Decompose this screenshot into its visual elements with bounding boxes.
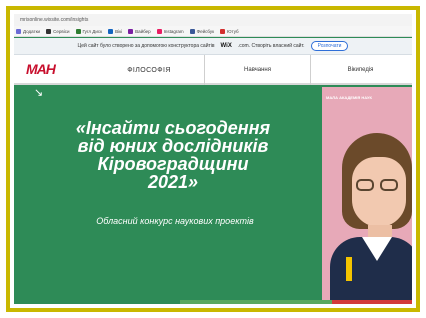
wix-brand: WiX bbox=[220, 43, 232, 49]
bookmark-item[interactable]: Фейсбук bbox=[189, 28, 214, 34]
hero-photo: МАЛА АКАДЕМІЯ НАУК bbox=[322, 87, 412, 304]
portrait-face bbox=[352, 157, 406, 227]
instagram-icon bbox=[156, 28, 162, 34]
bookmark-item[interactable]: Instagram bbox=[156, 28, 184, 34]
nav-item-wiki[interactable]: Вікипедія bbox=[310, 55, 410, 85]
nav-item-philosophy[interactable]: ФІЛОСОФІЯ bbox=[94, 55, 204, 85]
bottom-banner-strip bbox=[180, 300, 412, 304]
arrow-down-right-icon: ↘ bbox=[34, 87, 44, 99]
medal-ribbon bbox=[346, 257, 352, 281]
bottom-banner-red bbox=[332, 300, 412, 304]
facebook-icon bbox=[189, 28, 195, 34]
bookmark-item[interactable]: Додатки bbox=[16, 28, 40, 34]
url-text: mrisonline.wixsite.com/insights bbox=[20, 17, 89, 23]
bookmark-item[interactable]: Вайбер bbox=[128, 28, 151, 34]
drive-icon bbox=[75, 28, 81, 34]
nav-item-study[interactable]: Навчання bbox=[204, 55, 310, 85]
wix-banner: Цей сайт було створено за допомогою конс… bbox=[14, 38, 412, 55]
address-bar[interactable]: mrisonline.wixsite.com/insights bbox=[14, 14, 412, 26]
photo-frame: mrisonline.wixsite.com/insights Додатки … bbox=[6, 6, 420, 312]
logo-text: МАН bbox=[26, 61, 56, 77]
wix-banner-text: Цей сайт було створено за допомогою конс… bbox=[77, 43, 215, 49]
browser-screen: mrisonline.wixsite.com/insights Додатки … bbox=[14, 14, 412, 304]
apps-icon bbox=[16, 28, 21, 34]
bookmark-item[interactable]: Сервіси bbox=[46, 28, 70, 34]
glasses-icon bbox=[356, 179, 374, 191]
site-logo[interactable]: МАН bbox=[26, 61, 62, 79]
site-header: МАН ФІЛОСОФІЯ Навчання Вікипедія bbox=[14, 55, 412, 124]
bookmark-item[interactable]: Ютуб bbox=[220, 28, 239, 34]
wix-banner-text-after: .com. Створіть власний сайт. bbox=[237, 43, 305, 49]
bookmark-item[interactable]: Гугл Диск bbox=[75, 28, 102, 34]
bookmark-icon bbox=[46, 28, 52, 34]
bookmarks-bar: Додатки Сервіси Гугл Диск Вікі Вайбер In… bbox=[14, 26, 412, 37]
hero-headline: «Інсайти сьогодення від юних дослідників… bbox=[75, 118, 271, 192]
viber-icon bbox=[128, 28, 134, 34]
wiki-icon bbox=[108, 28, 114, 34]
youtube-icon bbox=[220, 28, 226, 34]
glasses-icon bbox=[380, 179, 398, 191]
wix-start-button[interactable]: Розпочати bbox=[310, 41, 349, 51]
photo-label: МАЛА АКАДЕМІЯ НАУК bbox=[326, 95, 372, 100]
bookmark-item[interactable]: Вікі bbox=[108, 28, 122, 34]
hero-subtitle: Обласний конкурс наукових проектів bbox=[96, 216, 254, 226]
